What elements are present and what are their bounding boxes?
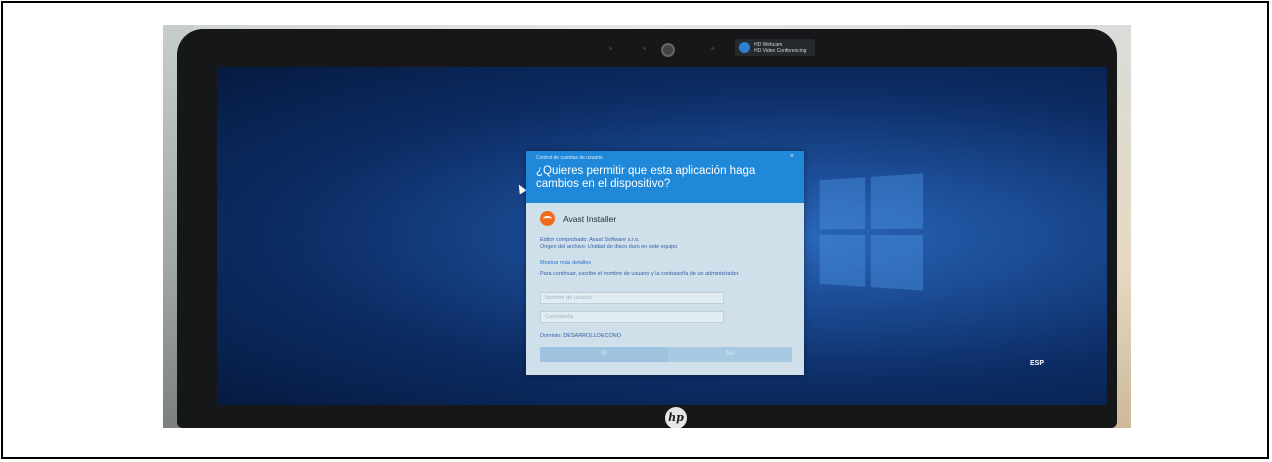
bezel-dot xyxy=(643,47,646,50)
domain-label: Dominio: DESARROLLOECONO xyxy=(540,333,621,339)
bezel-dot xyxy=(711,47,714,50)
yes-button[interactable]: Sí xyxy=(540,347,668,362)
mouse-cursor-icon xyxy=(515,182,527,195)
password-input[interactable]: Contraseña xyxy=(540,311,724,323)
instructions-text: Para continuar, escribe el nombre de usu… xyxy=(540,271,740,277)
webcam-subtitle: HD Video Conferencing xyxy=(754,47,807,54)
webcam-logo-icon xyxy=(739,42,750,53)
webcam-badge: HD Webcam HD Video Conferencing xyxy=(735,39,815,56)
dialog-question: ¿Quieres permitir que esta aplicación ha… xyxy=(536,165,756,190)
screenshot-frame: HD Webcam HD Video Conferencing ESP Cont… xyxy=(1,1,1269,459)
dialog-header: Control de cuentas de usuario × ¿Quieres… xyxy=(526,151,804,203)
show-more-details-link[interactable]: Mostrar más detalles xyxy=(540,260,591,266)
username-input[interactable]: Nombre de usuario xyxy=(540,292,724,304)
app-row: Avast Installer xyxy=(540,211,616,226)
laptop-bezel: HD Webcam HD Video Conferencing ESP Cont… xyxy=(177,29,1117,428)
dialog-caption: Control de cuentas de usuario xyxy=(536,155,603,161)
origin-text: Origen del archivo: Unidad de disco duro… xyxy=(540,244,678,250)
avast-icon xyxy=(540,211,555,226)
desktop-screen: ESP Control de cuentas de usuario × ¿Qui… xyxy=(217,67,1107,405)
windows-logo-icon xyxy=(819,173,926,293)
hp-logo: hp xyxy=(665,407,687,428)
bezel-dot xyxy=(609,47,612,50)
close-icon[interactable]: × xyxy=(790,153,794,160)
app-name: Avast Installer xyxy=(563,213,617,224)
language-indicator[interactable]: ESP xyxy=(1030,360,1044,367)
no-button[interactable]: No xyxy=(668,347,792,362)
laptop-photo: HD Webcam HD Video Conferencing ESP Cont… xyxy=(163,25,1131,428)
webcam-lens xyxy=(661,43,675,57)
uac-dialog: Control de cuentas de usuario × ¿Quieres… xyxy=(526,151,804,375)
publisher-info: Editor comprobado: Avast Software s.r.o.… xyxy=(540,237,677,251)
publisher-text: Editor comprobado: Avast Software s.r.o. xyxy=(540,237,640,243)
